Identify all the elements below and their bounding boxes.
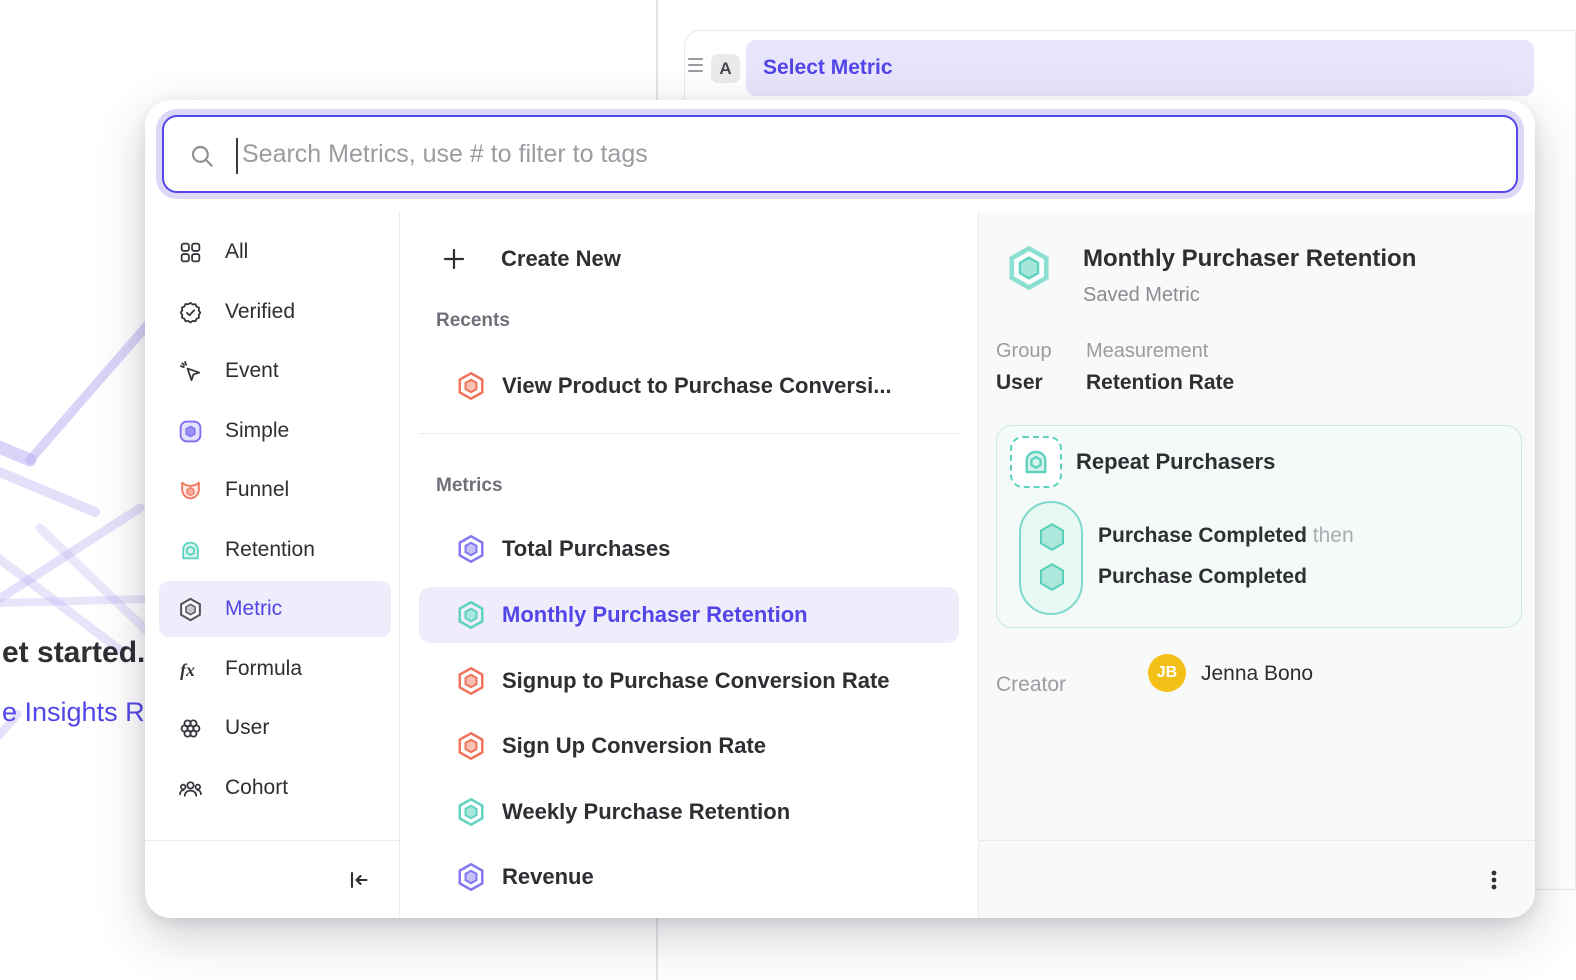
collapse-sidebar-icon[interactable]	[347, 868, 371, 892]
metric-hexagon-icon	[178, 597, 203, 622]
retention-metric-hexagon-icon	[456, 600, 486, 630]
background-heading-fragment: et started.	[2, 636, 145, 670]
sidebar-item-formula[interactable]: fx Formula	[159, 641, 391, 697]
step-connector: then	[1313, 524, 1354, 547]
background-insights-link[interactable]: e Insights Re	[2, 697, 160, 728]
metric-detail-panel: Monthly Purchaser Retention Saved Metric…	[978, 212, 1535, 918]
funnel-metric-hexagon-icon	[456, 731, 486, 761]
list-item[interactable]: Signup to Purchase Conversion Rate	[419, 653, 959, 709]
definition-step-2: Purchase Completed	[1098, 565, 1307, 589]
sidebar-item-metric[interactable]: Metric	[159, 581, 391, 637]
retention-metric-hexagon-icon	[456, 797, 486, 827]
funnel-metric-hexagon-icon	[456, 371, 486, 401]
row-type-badge[interactable]: A	[711, 54, 740, 83]
retention-icon	[178, 538, 203, 563]
list-item[interactable]: Sign Up Conversion Rate	[419, 718, 959, 774]
grid-icon	[178, 240, 203, 265]
sidebar-item-verified[interactable]: Verified	[159, 284, 391, 340]
list-item[interactable]: Weekly Purchase Retention	[419, 784, 959, 840]
metric-list-column: Create New Recents View Product to Purch…	[401, 212, 978, 918]
text-caret	[236, 138, 238, 174]
definition-icon-box	[1010, 436, 1062, 488]
list-item[interactable]: Revenue	[419, 849, 959, 905]
metric-picker-modal: All Verified Event Simple	[145, 100, 1535, 918]
metric-definition-card: Repeat Purchasers Purchase Completed the…	[996, 425, 1522, 628]
sidebar-item-funnel[interactable]: Funnel	[159, 462, 391, 518]
list-divider	[419, 433, 959, 434]
sidebar-footer	[145, 840, 399, 918]
recent-item[interactable]: View Product to Purchase Conversi...	[419, 358, 959, 414]
formula-icon: fx	[178, 657, 203, 682]
event-cursor-icon	[178, 359, 203, 384]
step-hexagon-icon	[1035, 520, 1069, 554]
creator-name: Jenna Bono	[1201, 662, 1313, 686]
measurement-value: Retention Rate	[1086, 371, 1234, 395]
create-new-button[interactable]: Create New	[419, 236, 959, 284]
group-label: Group	[996, 340, 1052, 363]
simple-metric-icon	[178, 419, 203, 444]
measurement-label: Measurement	[1086, 340, 1208, 363]
search-box	[162, 115, 1518, 193]
funnel-metric-hexagon-icon	[456, 666, 486, 696]
creator-label: Creator	[996, 673, 1066, 697]
plus-icon	[441, 246, 467, 272]
sidebar-item-simple[interactable]: Simple	[159, 403, 391, 459]
sidebar-item-cohort[interactable]: Cohort	[159, 760, 391, 816]
list-item[interactable]: Total Purchases	[419, 521, 959, 577]
simple-metric-hexagon-icon	[456, 534, 486, 564]
group-value: User	[996, 371, 1043, 395]
svg-text:fx: fx	[180, 659, 195, 679]
drag-handle-icon[interactable]	[688, 58, 703, 72]
kebab-menu-icon[interactable]	[1482, 868, 1506, 892]
definition-steps-capsule	[1019, 501, 1083, 615]
recents-header: Recents	[436, 310, 510, 332]
metric-select-value[interactable]: Select Metric	[746, 40, 1534, 96]
avatar: JB	[1148, 654, 1186, 692]
retention-metric-hexagon-icon	[1006, 245, 1052, 291]
sidebar-item-user[interactable]: User	[159, 700, 391, 756]
filter-sidebar: All Verified Event Simple	[145, 212, 400, 918]
detail-footer	[979, 840, 1535, 918]
search-input[interactable]	[242, 119, 1482, 189]
verified-badge-icon	[178, 300, 203, 325]
metrics-header: Metrics	[436, 475, 503, 497]
retention-arch-icon	[1020, 446, 1052, 478]
step-hexagon-icon	[1035, 560, 1069, 594]
search-icon	[189, 143, 215, 169]
simple-metric-hexagon-icon	[456, 862, 486, 892]
user-cluster-icon	[178, 716, 203, 741]
metric-select-label: Select Metric	[763, 56, 893, 80]
definition-name: Repeat Purchasers	[1076, 449, 1275, 475]
sidebar-item-all[interactable]: All	[159, 224, 391, 280]
sidebar-item-retention[interactable]: Retention	[159, 522, 391, 578]
detail-subtitle: Saved Metric	[1083, 284, 1200, 307]
list-item-selected[interactable]: Monthly Purchaser Retention	[419, 587, 959, 643]
definition-step-1: Purchase Completed then	[1098, 524, 1354, 548]
detail-title: Monthly Purchaser Retention	[1083, 245, 1416, 273]
cohort-people-icon	[178, 776, 203, 801]
sidebar-item-event[interactable]: Event	[159, 343, 391, 399]
funnel-icon	[178, 478, 203, 503]
